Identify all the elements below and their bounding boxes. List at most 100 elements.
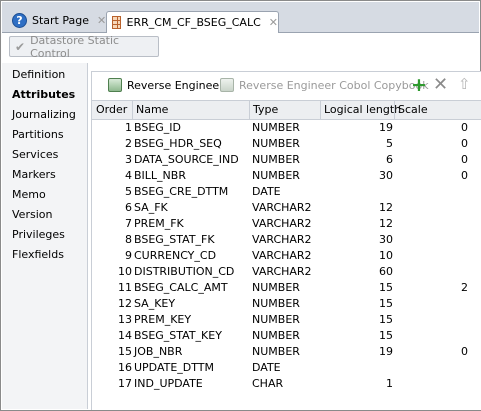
table-row[interactable]: 7 PREM_FK VARCHAR2 12 <box>92 216 481 232</box>
cell-order: 7 <box>125 217 132 230</box>
table-row[interactable]: 3 DATA_SOURCE_IND NUMBER 6 0 <box>92 152 481 168</box>
column-header-name[interactable]: Name <box>136 103 168 116</box>
cell-type: VARCHAR2 <box>252 217 312 230</box>
cell-name: JOB_NBR <box>134 345 183 358</box>
cell-scale: 0 <box>461 345 468 358</box>
attributes-toolbar: Reverse Engineer Reverse Engineer Cobol … <box>92 72 481 98</box>
reverse-engineer-label: Reverse Engineer <box>127 78 224 92</box>
cell-scale: 0 <box>461 169 468 182</box>
column-divider[interactable] <box>394 101 395 119</box>
table-row[interactable]: 15 JOB_NBR NUMBER 19 0 <box>92 344 481 360</box>
sidebar-item-privileges[interactable]: Privileges <box>12 228 65 241</box>
cell-type: NUMBER <box>252 345 300 358</box>
cell-name: SA_FK <box>134 201 168 214</box>
table-row[interactable]: 9 CURRENCY_CD VARCHAR2 10 <box>92 248 481 264</box>
cell-order: 5 <box>125 185 132 198</box>
cell-logical-length: 19 <box>379 121 393 134</box>
checkmark-icon: ✔ <box>15 39 26 54</box>
cell-logical-length: 1 <box>386 377 393 390</box>
help-icon: ? <box>12 13 27 28</box>
table-row[interactable]: 14 BSEG_STAT_KEY NUMBER 15 <box>92 328 481 344</box>
cell-logical-length: 5 <box>386 137 393 150</box>
cell-name: PREM_KEY <box>134 313 192 326</box>
cell-scale: 0 <box>461 153 468 166</box>
column-header-logical-length[interactable]: Logical length <box>324 103 401 116</box>
cell-logical-length: 30 <box>379 169 393 182</box>
cell-logical-length: 15 <box>379 281 393 294</box>
cell-order: 6 <box>125 201 132 214</box>
tab-datastore[interactable]: ERR_CM_CF_BSEG_CALC ✕ <box>106 11 279 33</box>
cell-name: CURRENCY_CD <box>134 249 217 262</box>
cell-name: DATA_SOURCE_IND <box>134 153 239 166</box>
table-row[interactable]: 11 BSEG_CALC_AMT NUMBER 15 2 <box>92 280 481 296</box>
cell-name: BSEG_CRE_DTTM <box>134 185 229 198</box>
cell-name: BILL_NBR <box>134 169 186 182</box>
cell-name: BSEG_ID <box>134 121 182 134</box>
cell-logical-length: 12 <box>379 217 393 230</box>
sidebar-item-definition[interactable]: Definition <box>12 68 65 81</box>
sidebar-item-flexfields[interactable]: Flexfields <box>12 248 64 261</box>
add-icon[interactable]: + <box>411 76 427 95</box>
tab-datastore-label: ERR_CM_CF_BSEG_CALC <box>126 16 261 29</box>
datastore-static-control-button[interactable]: ✔ Datastore Static Control <box>9 33 159 60</box>
cell-logical-length: 15 <box>379 297 393 310</box>
column-header-type[interactable]: Type <box>253 103 278 116</box>
column-divider[interactable] <box>249 101 250 119</box>
cell-order: 1 <box>125 121 132 134</box>
sidebar-item-partitions[interactable]: Partitions <box>12 128 64 141</box>
editor-window: ? Start Page ✕ ERR_CM_CF_BSEG_CALC ✕ ✔ D… <box>0 0 481 411</box>
table-row[interactable]: 8 BSEG_STAT_FK VARCHAR2 30 <box>92 232 481 248</box>
cell-name: SA_KEY <box>134 297 176 310</box>
cell-type: VARCHAR2 <box>252 265 312 278</box>
cell-name: BSEG_STAT_FK <box>134 233 215 246</box>
cell-type: NUMBER <box>252 329 300 342</box>
cell-name: PREM_FK <box>134 217 184 230</box>
table-row[interactable]: 5 BSEG_CRE_DTTM DATE <box>92 184 481 200</box>
close-icon[interactable]: ✕ <box>97 14 106 27</box>
cell-name: IND_UPDATE <box>134 377 203 390</box>
reverse-engineer-icon <box>108 78 122 92</box>
cell-order: 2 <box>125 137 132 150</box>
table-row[interactable]: 13 PREM_KEY NUMBER 15 <box>92 312 481 328</box>
cell-scale: 0 <box>461 137 468 150</box>
cell-type: NUMBER <box>252 169 300 182</box>
table-row[interactable]: 4 BILL_NBR NUMBER 30 0 <box>92 168 481 184</box>
cell-order: 11 <box>118 281 132 294</box>
close-icon[interactable]: ✕ <box>269 16 278 29</box>
delete-icon[interactable]: ✕ <box>433 76 448 94</box>
column-header-order[interactable]: Order <box>96 103 127 116</box>
column-divider[interactable] <box>320 101 321 119</box>
sidebar-item-attributes[interactable]: Attributes <box>12 88 75 101</box>
cell-order: 16 <box>118 361 132 374</box>
cell-order: 4 <box>125 169 132 182</box>
column-header-scale[interactable]: Scale <box>398 103 428 116</box>
cell-type: NUMBER <box>252 121 300 134</box>
datastore-static-control-label: Datastore Static Control <box>30 33 120 60</box>
reverse-engineer-button[interactable]: Reverse Engineer <box>108 78 224 92</box>
table-row[interactable]: 17 IND_UPDATE CHAR 1 <box>92 376 481 392</box>
table-grid-icon <box>112 16 121 29</box>
column-divider[interactable] <box>132 101 133 119</box>
sidebar-item-version[interactable]: Version <box>12 208 52 221</box>
sidebar-item-markers[interactable]: Markers <box>12 168 56 181</box>
cell-order: 9 <box>125 249 132 262</box>
cell-type: DATE <box>252 185 281 198</box>
table-row[interactable]: 2 BSEG_HDR_SEQ NUMBER 5 0 <box>92 136 481 152</box>
sidebar-nav: Definition Attributes Journalizing Parti… <box>2 63 88 409</box>
table-row[interactable]: 16 UPDATE_DTTM DATE <box>92 360 481 376</box>
sidebar-item-journalizing[interactable]: Journalizing <box>12 108 76 121</box>
move-up-icon[interactable]: ⇧ <box>458 76 471 92</box>
sidebar-item-memo[interactable]: Memo <box>12 188 46 201</box>
table-row[interactable]: 6 SA_FK VARCHAR2 12 <box>92 200 481 216</box>
table-header: Order Name Type Logical length Scale <box>92 100 481 120</box>
table-row[interactable]: 1 BSEG_ID NUMBER 19 0 <box>92 120 481 136</box>
cell-scale: 2 <box>461 281 468 294</box>
table-row[interactable]: 12 SA_KEY NUMBER 15 <box>92 296 481 312</box>
cell-type: NUMBER <box>252 281 300 294</box>
reverse-engineer-cobol-button[interactable]: Reverse Engineer Cobol Copybook <box>220 78 429 92</box>
reverse-engineer-cobol-icon <box>220 78 234 92</box>
sidebar-item-services[interactable]: Services <box>12 148 58 161</box>
table-row[interactable]: 10 DISTRIBUTION_CD VARCHAR2 60 <box>92 264 481 280</box>
cell-logical-length: 30 <box>379 233 393 246</box>
cell-scale: 0 <box>461 121 468 134</box>
